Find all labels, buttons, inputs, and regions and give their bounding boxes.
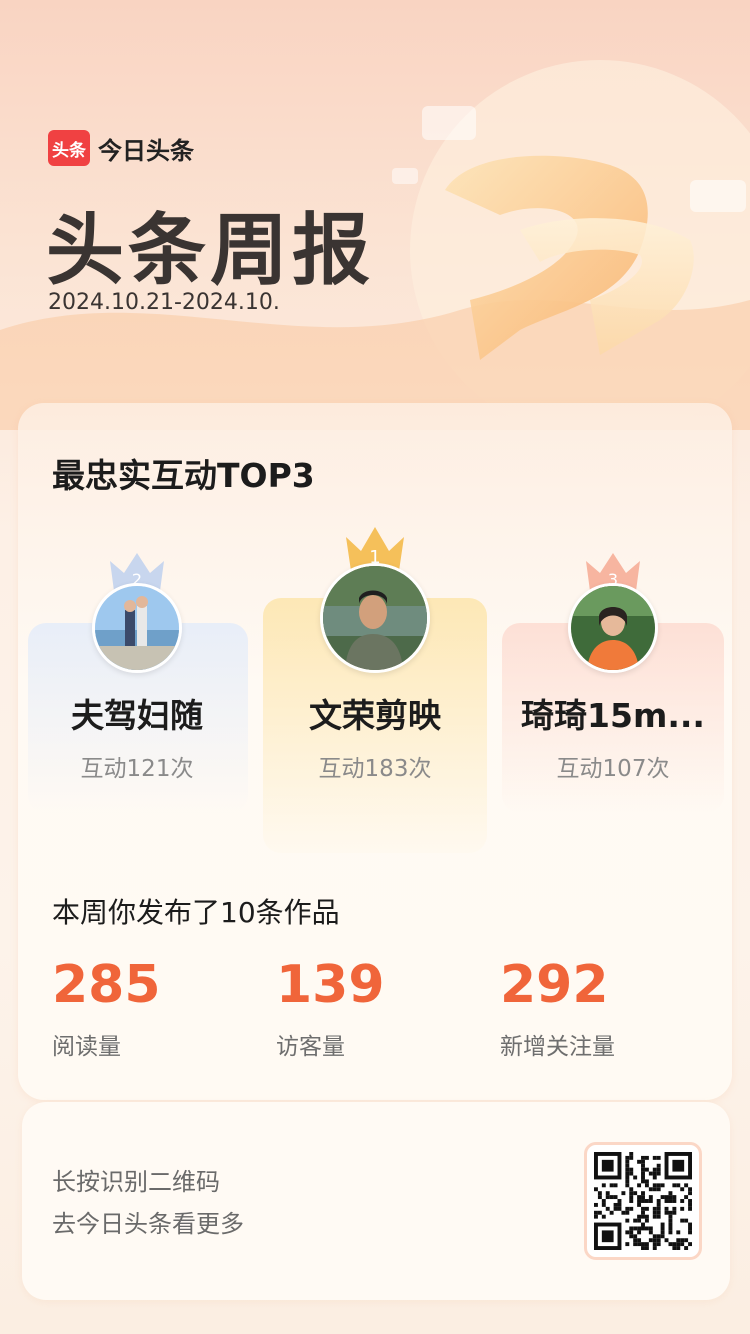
footer-hint-line2: 去今日头条看更多 [52,1210,244,1238]
qr-code[interactable] [584,1142,702,1260]
stat-visitors: 139 访客量 [276,955,385,1061]
stat-value: 292 [500,955,609,1015]
week-summary: 本周你发布了10条作品 [52,896,340,929]
stat-reads: 285 阅读量 [52,955,161,1061]
stats-card: 最忠实互动TOP3 2 夫驾妇随 互动121次 1 文荣剪映 互动183次 3 … [18,403,732,1100]
top3-title: 最忠实互动TOP3 [52,456,315,495]
page-title: 头条周报 [46,206,375,296]
avatar-image [571,586,655,670]
avatar[interactable] [568,583,658,673]
avatar[interactable] [320,563,430,673]
weekly-report-page: 头条 今日头条 头条周报 2024.10.21-2024.10. 最忠实互动TO… [0,0,750,1334]
qr-footer-card: 长按识别二维码 去今日头条看更多 [22,1102,730,1300]
date-range: 2024.10.21-2024.10. [48,290,280,315]
rank-name: 琦琦15m... [521,696,705,735]
stat-label: 新增关注量 [500,1034,615,1060]
avatar-image [95,586,179,670]
rank-count: 互动121次 [80,756,194,782]
rank-name: 夫驾妇随 [71,696,203,735]
stat-value: 285 [52,955,161,1015]
rank-count: 互动183次 [318,756,432,782]
avatar-image [323,566,427,670]
footer-hint-line1: 长按识别二维码 [52,1168,220,1196]
brand-name: 今日头条 [98,136,194,165]
stat-new-followers: 292 新增关注量 [500,955,615,1061]
brand-logo: 头条 今日头条 [48,130,194,166]
rank-name: 文荣剪映 [309,696,441,735]
avatar[interactable] [92,583,182,673]
qr-code-icon [594,1152,692,1250]
toutiao-logo-icon: 头条 [48,130,90,166]
stat-value: 139 [276,955,385,1015]
stat-label: 访客量 [276,1034,345,1060]
rank-count: 互动107次 [556,756,670,782]
stat-label: 阅读量 [52,1034,121,1060]
